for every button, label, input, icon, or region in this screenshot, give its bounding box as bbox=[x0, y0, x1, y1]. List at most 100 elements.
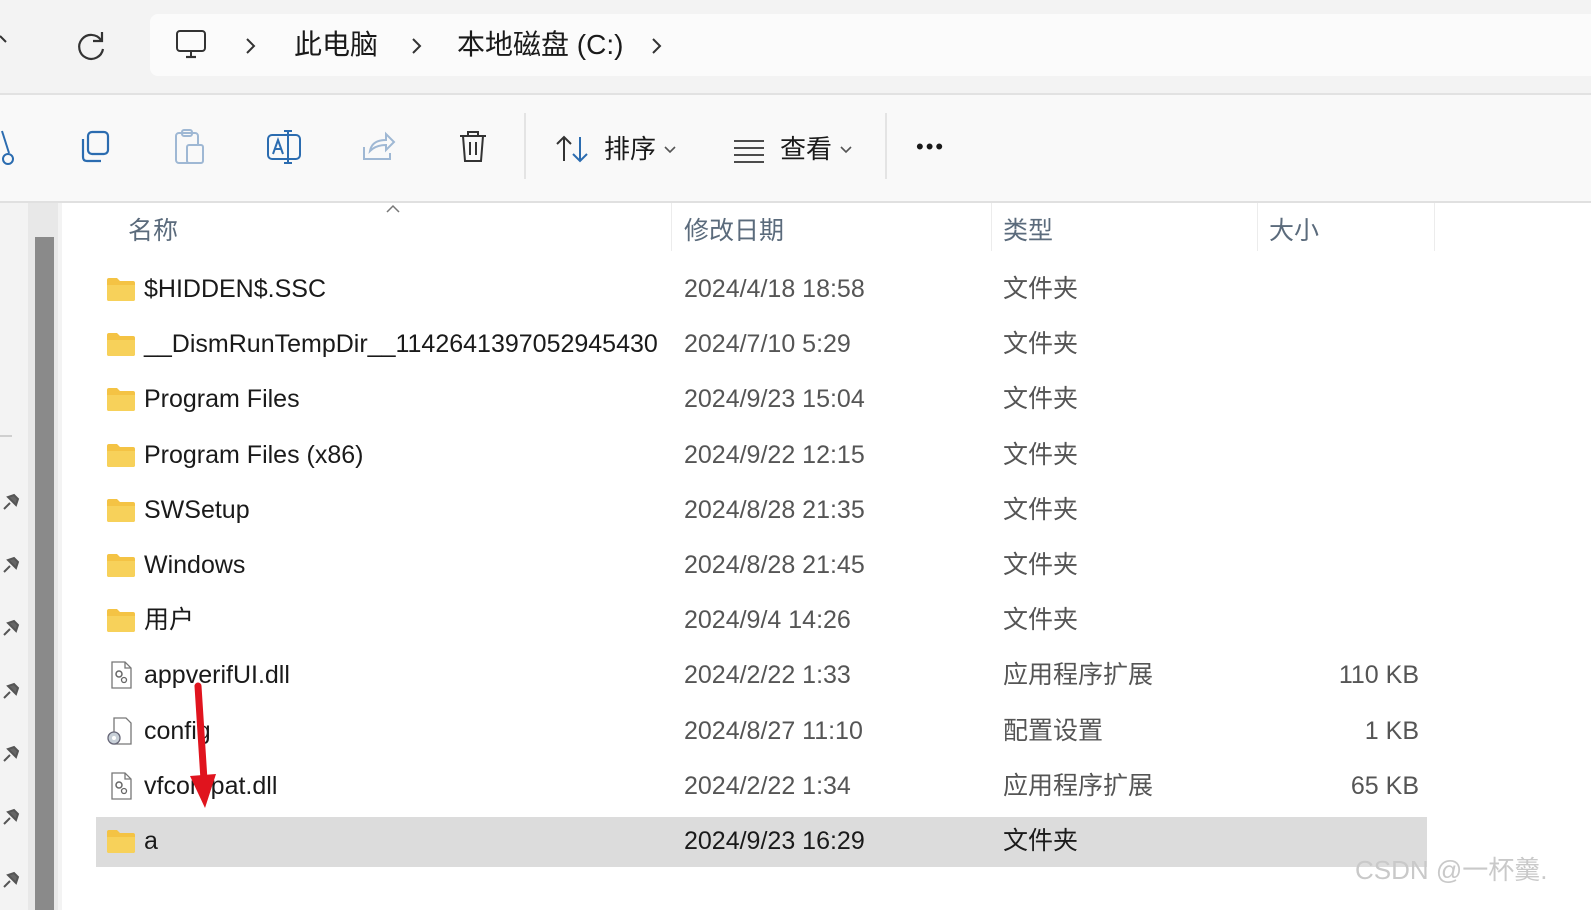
pin-icon[interactable] bbox=[0, 741, 24, 765]
file-date: 2024/9/23 15:04 bbox=[684, 385, 865, 414]
column-header-name[interactable]: 名称 bbox=[128, 213, 178, 249]
table-row[interactable]: __DismRunTempDir__1142641397052945430 202… bbox=[96, 320, 1427, 370]
table-row[interactable]: config 2024/8/27 11:10 配置设置 1 KB bbox=[96, 707, 1427, 757]
table-row[interactable]: SWSetup 2024/8/28 21:35 文件夹 bbox=[96, 486, 1427, 536]
file-name: a bbox=[144, 827, 158, 855]
chevron-up-icon bbox=[0, 35, 7, 43]
pin-icon[interactable] bbox=[0, 804, 24, 828]
divider bbox=[0, 435, 12, 437]
this-pc-icon bbox=[176, 30, 206, 59]
scrollbar-thumb[interactable] bbox=[35, 237, 54, 910]
address-bar-area: 此电脑 本地磁盘 (C:) bbox=[0, 0, 1591, 93]
table-row[interactable]: Program Files (x86) 2024/9/22 12:15 文件夹 bbox=[96, 431, 1427, 481]
file-name: SWSetup bbox=[144, 495, 250, 524]
up-arrow-button[interactable] bbox=[0, 22, 20, 62]
folder-icon bbox=[106, 384, 136, 414]
address-box[interactable]: 此电脑 本地磁盘 (C:) bbox=[150, 14, 1591, 76]
sort-arrows-icon bbox=[556, 135, 588, 163]
file-date: 2024/4/18 18:58 bbox=[684, 275, 865, 303]
file-type: 文件夹 bbox=[1003, 275, 1079, 303]
trash-icon bbox=[460, 131, 486, 162]
pin-icon[interactable] bbox=[0, 615, 24, 639]
table-row-selected[interactable]: a 2024/9/23 16:29 文件夹 bbox=[96, 817, 1427, 867]
file-date: 2024/9/4 14:26 bbox=[684, 606, 851, 635]
file-type: 应用程序扩展 bbox=[1003, 771, 1154, 800]
view-button[interactable]: 查看 bbox=[730, 125, 860, 173]
breadcrumb-local-disk-c[interactable]: 本地磁盘 (C:) bbox=[457, 25, 623, 65]
delete-button[interactable] bbox=[449, 123, 497, 171]
file-name: Program Files (x86) bbox=[144, 440, 364, 469]
column-divider[interactable] bbox=[671, 203, 672, 251]
table-row[interactable]: 用户 2024/9/4 14:26 文件夹 bbox=[96, 596, 1427, 646]
file-list-pane: 名称 修改日期 类型 大小 $HIDDEN$.SSC 2024/4/18 18:5… bbox=[62, 203, 1591, 910]
file-type: 应用程序扩展 bbox=[1003, 661, 1154, 690]
file-type: 配置设置 bbox=[1003, 716, 1104, 745]
folder-icon bbox=[106, 605, 136, 635]
rename-icon bbox=[267, 130, 301, 164]
file-type: 文件夹 bbox=[1003, 827, 1079, 855]
file-date: 2024/8/27 11:10 bbox=[684, 716, 863, 745]
column-header-type[interactable]: 类型 bbox=[1003, 213, 1053, 249]
breadcrumb-this-pc[interactable]: 此电脑 bbox=[294, 25, 378, 65]
table-row[interactable]: appverifUI.dll 2024/2/22 1:33 应用程序扩展 110 KB bbox=[96, 651, 1427, 701]
file-date: 2024/8/28 21:45 bbox=[684, 551, 865, 579]
sort-label: 排序 bbox=[604, 134, 657, 164]
folder-icon bbox=[106, 329, 136, 359]
file-name: Program Files bbox=[144, 385, 300, 414]
file-name: $HIDDEN$.SSC bbox=[144, 275, 326, 303]
file-size: 110 KB bbox=[1338, 661, 1419, 690]
file-date: 2024/8/28 21:35 bbox=[684, 495, 865, 524]
view-label: 查看 bbox=[780, 134, 833, 164]
cut-button[interactable] bbox=[0, 123, 20, 171]
dll-file-icon bbox=[106, 660, 136, 690]
folder-icon bbox=[106, 826, 136, 856]
file-date: 2024/9/22 12:15 bbox=[684, 440, 865, 469]
chevron-right-icon[interactable] bbox=[242, 34, 260, 58]
chevron-right-icon[interactable] bbox=[408, 34, 426, 58]
copy-icon bbox=[81, 130, 110, 163]
table-row[interactable]: Windows 2024/8/28 21:45 文件夹 bbox=[96, 541, 1427, 591]
column-divider[interactable] bbox=[1257, 203, 1258, 251]
table-row[interactable]: $HIDDEN$.SSC 2024/4/18 18:58 文件夹 bbox=[96, 265, 1427, 315]
scissors-icon bbox=[1, 130, 14, 165]
refresh-icon bbox=[78, 32, 105, 60]
pin-icon[interactable] bbox=[0, 552, 24, 576]
column-divider[interactable] bbox=[1434, 203, 1435, 251]
pin-icon[interactable] bbox=[0, 867, 24, 891]
view-lines-icon bbox=[734, 140, 764, 163]
column-header-size[interactable]: 大小 bbox=[1269, 213, 1319, 249]
sort-button[interactable]: 排序 bbox=[552, 125, 682, 173]
paste-button[interactable] bbox=[165, 123, 213, 171]
column-header-date[interactable]: 修改日期 bbox=[684, 213, 784, 249]
folder-icon bbox=[106, 495, 136, 525]
rename-button[interactable] bbox=[260, 123, 308, 171]
annotation-arrow-icon bbox=[190, 682, 216, 808]
sort-ascending-caret-icon bbox=[386, 204, 400, 213]
navigation-pane bbox=[0, 203, 62, 910]
more-dots-icon: ••• bbox=[916, 134, 946, 159]
toolbar-separator bbox=[524, 113, 526, 179]
share-button[interactable] bbox=[354, 123, 402, 171]
config-file-icon bbox=[106, 716, 136, 746]
table-row[interactable]: vfcompat.dll2024/2/22 1:34应用程序扩展65 KB bbox=[96, 762, 1427, 812]
file-type: 文件夹 bbox=[1003, 551, 1079, 579]
file-type: 文件夹 bbox=[1003, 606, 1079, 635]
file-name: 用户 bbox=[144, 606, 195, 635]
folder-icon bbox=[106, 274, 136, 304]
file-type: 文件夹 bbox=[1003, 440, 1079, 469]
file-date: 2024/7/10 5:29 bbox=[684, 330, 851, 359]
column-divider[interactable] bbox=[991, 203, 992, 251]
chevron-down-icon bbox=[840, 146, 852, 154]
refresh-button[interactable] bbox=[68, 24, 114, 70]
pin-icon[interactable] bbox=[0, 489, 24, 513]
table-row[interactable]: Program Files 2024/9/23 15:04 文件夹 bbox=[96, 375, 1427, 425]
file-date: 2024/9/23 16:29 bbox=[684, 827, 865, 855]
file-size: 65 KB bbox=[1350, 771, 1419, 800]
file-type: 文件夹 bbox=[1003, 495, 1079, 524]
chevron-right-icon[interactable] bbox=[648, 34, 666, 58]
file-name: Windows bbox=[144, 551, 246, 579]
pin-icon[interactable] bbox=[0, 678, 24, 702]
more-options-button[interactable]: ••• bbox=[910, 127, 958, 171]
watermark-text: CSDN @一杯羹. bbox=[1355, 855, 1548, 885]
copy-button[interactable] bbox=[70, 123, 118, 171]
